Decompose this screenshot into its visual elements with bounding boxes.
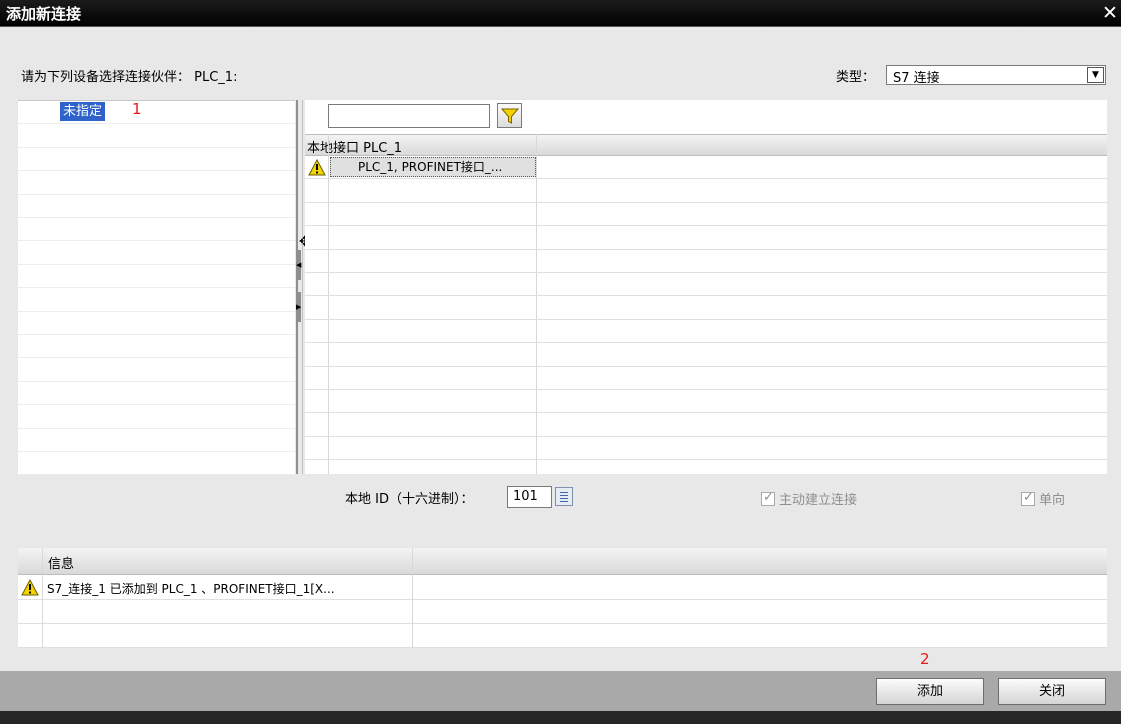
- one-way-label: 单向: [1039, 493, 1066, 508]
- tree-row: [18, 429, 295, 452]
- one-way-checkbox[interactable]: 单向: [1021, 489, 1065, 508]
- info-column-header[interactable]: 信息: [48, 553, 74, 572]
- local-interface-cell[interactable]: PLC_1, PROFINET接口_...: [330, 157, 536, 177]
- table-row: [305, 273, 1107, 297]
- list-icon-line: [560, 498, 568, 499]
- partner-prompt: 请为下列设备选择连接伙伴： PLC_1:: [21, 70, 238, 85]
- info-panel: 信息 S7_连接_1 已添加到 PLC_1 、PROFINET接口_1[X...: [18, 548, 1107, 648]
- list-icon-line: [560, 495, 568, 496]
- annotation-2: 2: [920, 650, 930, 668]
- table-row: [305, 343, 1107, 367]
- local-id-input[interactable]: 101: [507, 486, 552, 508]
- filter-input[interactable]: [328, 104, 490, 128]
- dialog-title: 添加新连接: [6, 5, 82, 23]
- table-row: [305, 179, 1107, 203]
- connection-type-label: 类型：: [836, 70, 876, 85]
- collapse-right-icon[interactable]: ▶: [296, 292, 301, 322]
- splitter-line: [296, 100, 298, 474]
- local-id-details-button[interactable]: [555, 487, 573, 506]
- table-row: [305, 390, 1107, 414]
- tree-row: [18, 148, 295, 172]
- tree-row: [18, 171, 295, 195]
- active-connection-label: 主动建立连接: [779, 493, 858, 508]
- table-row: [305, 226, 1107, 250]
- add-button[interactable]: 添加: [876, 678, 984, 705]
- column-divider: [412, 548, 413, 648]
- tree-row: [18, 241, 295, 265]
- table-row: [305, 296, 1107, 320]
- tree-row: [18, 405, 295, 429]
- close-icon[interactable]: ✕: [1099, 2, 1121, 24]
- info-row: [18, 600, 1107, 624]
- table-row: [305, 320, 1107, 344]
- list-icon-line: [560, 501, 568, 502]
- annotation-1: 1: [132, 100, 142, 118]
- table-row: [305, 250, 1107, 273]
- add-connection-dialog: 添加新连接 ✕ 请为下列设备选择连接伙伴： PLC_1: 类型： S7 连接 ▼…: [0, 0, 1121, 724]
- list-icon-line: [560, 492, 568, 493]
- interface-table-panel: 本地接口 PLC_1 PLC_1, PROFINET接口_...: [305, 100, 1107, 474]
- column-header-local-interface[interactable]: 本地接口 PLC_1: [307, 137, 402, 156]
- info-header: 信息: [18, 548, 1107, 575]
- tree-row: [18, 288, 295, 312]
- tree-row[interactable]: 未指定 1: [18, 100, 295, 125]
- local-id-label: 本地 ID（十六进制）：: [345, 492, 474, 507]
- tree-item-unspecified[interactable]: 未指定: [58, 101, 107, 122]
- info-message: S7_连接_1 已添加到 PLC_1 、PROFINET接口_1[X...: [47, 582, 335, 596]
- table-row: [305, 203, 1107, 227]
- tree-row: [18, 265, 295, 289]
- tree-row: [18, 195, 295, 218]
- warning-icon: [21, 579, 39, 596]
- tree-row: [18, 124, 295, 148]
- table-row[interactable]: PLC_1, PROFINET接口_...: [305, 156, 1107, 180]
- info-row[interactable]: S7_连接_1 已添加到 PLC_1 、PROFINET接口_1[X...: [18, 576, 1107, 600]
- dialog-titlebar: 添加新连接 ✕: [0, 0, 1121, 27]
- window-edge: [0, 711, 1121, 724]
- checkbox-checked-icon: [761, 490, 775, 506]
- funnel-icon: [501, 108, 519, 124]
- chevron-down-icon[interactable]: ▼: [1087, 67, 1104, 83]
- filter-button[interactable]: [497, 103, 522, 128]
- collapse-left-icon[interactable]: ◀: [296, 250, 301, 280]
- tree-row: [18, 335, 295, 359]
- tree-row: [18, 312, 295, 335]
- active-connection-checkbox[interactable]: 主动建立连接: [761, 489, 857, 508]
- splitter-line: [302, 100, 303, 474]
- table-row: [305, 413, 1107, 437]
- close-button[interactable]: 关闭: [998, 678, 1106, 705]
- tree-row: [18, 218, 295, 242]
- column-divider: [42, 548, 43, 648]
- partner-tree: 未指定 1: [18, 100, 295, 476]
- checkbox-checked-icon: [1021, 490, 1035, 506]
- connection-type-value: S7 连接: [893, 71, 940, 86]
- table-row: [305, 367, 1107, 390]
- tree-row: [18, 382, 295, 406]
- connection-type-select[interactable]: S7 连接 ▼: [886, 65, 1106, 86]
- grid-header: 本地接口 PLC_1: [305, 134, 1107, 156]
- panel-splitter[interactable]: ◀ ▶: [295, 100, 305, 474]
- info-row: [18, 624, 1107, 648]
- tree-row: [18, 358, 295, 382]
- table-row: [305, 437, 1107, 461]
- tree-row: [18, 452, 295, 476]
- warning-icon: [308, 159, 326, 176]
